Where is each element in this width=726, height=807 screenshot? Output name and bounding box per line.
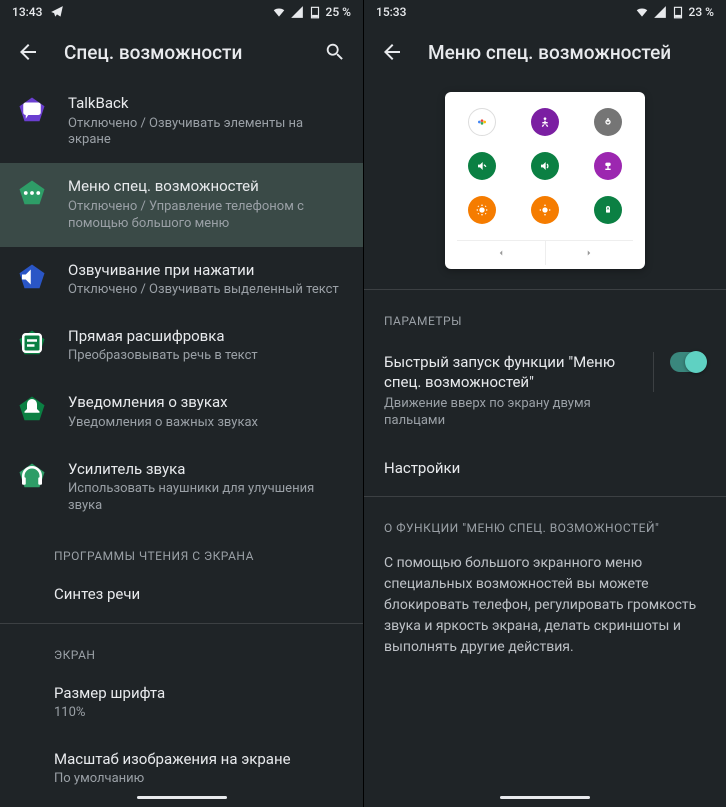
- bell-icon: [17, 394, 47, 424]
- item-title: Прямая расшифровка: [68, 327, 347, 347]
- item-title: Уведомления о звуках: [68, 393, 347, 413]
- preview-nav: [457, 240, 633, 265]
- wifi-icon: [635, 5, 649, 19]
- telegram-icon: [50, 5, 64, 19]
- separator: [653, 352, 654, 392]
- nav-handle[interactable]: [500, 796, 590, 799]
- item-icon: [16, 177, 48, 209]
- arrow-back-icon: [16, 40, 40, 64]
- quick-launch-switch[interactable]: [670, 352, 706, 372]
- preview-dot: [531, 152, 559, 180]
- status-bar: 13:43 25 %: [0, 0, 363, 24]
- nav-bar: [0, 787, 363, 807]
- item-subtitle: Использовать наушники для улучшения звук…: [68, 481, 347, 515]
- app-bar: Спец. возможности: [0, 24, 363, 80]
- item-title: Меню спец. возможностей: [68, 177, 347, 197]
- preview-dot: [594, 152, 622, 180]
- signal-icon: [290, 5, 304, 19]
- back-button[interactable]: [380, 40, 404, 64]
- nav-bar: [364, 787, 726, 807]
- item-title: TalkBack: [68, 94, 347, 114]
- chat-icon: [17, 95, 47, 125]
- signal-icon: [653, 5, 667, 19]
- preview-dot: [594, 108, 622, 136]
- item-subtitle: Отключено / Озвучивать элементы на экран…: [68, 116, 347, 150]
- item-icon: [16, 327, 48, 359]
- item-quick-launch[interactable]: Быстрый запуск функции "Меню спец. возмо…: [364, 338, 726, 444]
- list-item[interactable]: Усилитель звукаИспользовать наушники для…: [0, 446, 363, 529]
- page-title: Спец. возможности: [64, 41, 299, 64]
- page-title: Меню спец. возможностей: [428, 41, 710, 64]
- wifi-icon: [272, 5, 286, 19]
- screen-accessibility-menu: 15:33 23 % Меню спец. возможностей ПАРАМ…: [363, 0, 726, 807]
- preview-dot: [468, 108, 496, 136]
- arrow-back-icon: [380, 40, 404, 64]
- item-title: Усилитель звука: [68, 460, 347, 480]
- section-screen-readers: ПРОГРАММЫ ЧТЕНИЯ С ЭКРАНА: [0, 529, 363, 571]
- item-subtitle: Отключено / Озвучивать выделенный текст: [68, 282, 347, 299]
- dots-icon: [17, 178, 47, 208]
- list-item[interactable]: Прямая расшифровкаПреобразовывать речь в…: [0, 313, 363, 379]
- back-button[interactable]: [16, 40, 40, 64]
- status-bar: 15:33 23 %: [364, 0, 726, 24]
- item-icon: [16, 460, 48, 492]
- item-speech-synthesis[interactable]: Синтез речи: [0, 571, 363, 619]
- item-subtitle: Отключено / Управление телефоном с помощ…: [68, 199, 347, 233]
- status-time: 13:43: [12, 5, 42, 19]
- battery-icon: [671, 5, 685, 19]
- preview-dot: [531, 108, 559, 136]
- list-item[interactable]: Уведомления о звуках Уведомления о важных…: [0, 379, 363, 445]
- item-settings[interactable]: Настройки: [364, 444, 726, 492]
- preview-next: [546, 241, 634, 265]
- battery-icon: [308, 5, 322, 19]
- content-scroll[interactable]: TalkBackОтключено / Озвучивать элементы …: [0, 80, 363, 787]
- about-description: С помощью большого экранного меню специа…: [364, 545, 726, 666]
- list-item[interactable]: TalkBackОтключено / Озвучивать элементы …: [0, 80, 363, 163]
- preview-dot: [468, 196, 496, 224]
- search-button[interactable]: [323, 40, 347, 64]
- status-battery: 23 %: [689, 5, 714, 19]
- content-scroll[interactable]: ПАРАМЕТРЫ Быстрый запуск функции "Меню с…: [364, 80, 726, 787]
- status-time: 15:33: [376, 5, 406, 19]
- speak-icon: [17, 262, 47, 292]
- section-about: О ФУНКЦИИ "МЕНЮ СПЕЦ. ВОЗМОЖНОСТЕЙ": [364, 501, 726, 545]
- item-subtitle: Уведомления о важных звуках: [68, 415, 347, 432]
- list-item[interactable]: Озвучивание при нажатииОтключено / Озвуч…: [0, 247, 363, 313]
- headphones-icon: [17, 461, 47, 491]
- screen-accessibility: 13:43 25 % Спец. возможности TalkBackОтк…: [0, 0, 363, 807]
- app-bar: Меню спец. возможностей: [364, 24, 726, 80]
- status-battery: 25 %: [326, 5, 351, 19]
- preview-dot: [594, 196, 622, 224]
- preview-dot: [531, 196, 559, 224]
- preview-prev: [457, 241, 546, 265]
- item-title: Озвучивание при нажатии: [68, 261, 347, 281]
- text-icon: [17, 328, 47, 358]
- item-icon: [16, 261, 48, 293]
- preview-dot: [468, 152, 496, 180]
- preview-card: [445, 92, 645, 269]
- search-icon: [324, 41, 346, 63]
- item-subtitle: Преобразовывать речь в текст: [68, 348, 347, 365]
- divider: [364, 289, 726, 290]
- list-item[interactable]: Меню спец. возможностейОтключено / Управ…: [0, 163, 363, 246]
- section-parameters: ПАРАМЕТРЫ: [364, 294, 726, 338]
- item-display-zoom[interactable]: Масштаб изображения на экране По умолчан…: [0, 736, 363, 787]
- nav-handle[interactable]: [137, 796, 227, 799]
- item-font-size[interactable]: Размер шрифта 110%: [0, 670, 363, 736]
- section-display: ЭКРАН: [0, 628, 363, 670]
- divider: [0, 623, 363, 624]
- item-icon: [16, 94, 48, 126]
- divider: [364, 496, 726, 497]
- item-icon: [16, 393, 48, 425]
